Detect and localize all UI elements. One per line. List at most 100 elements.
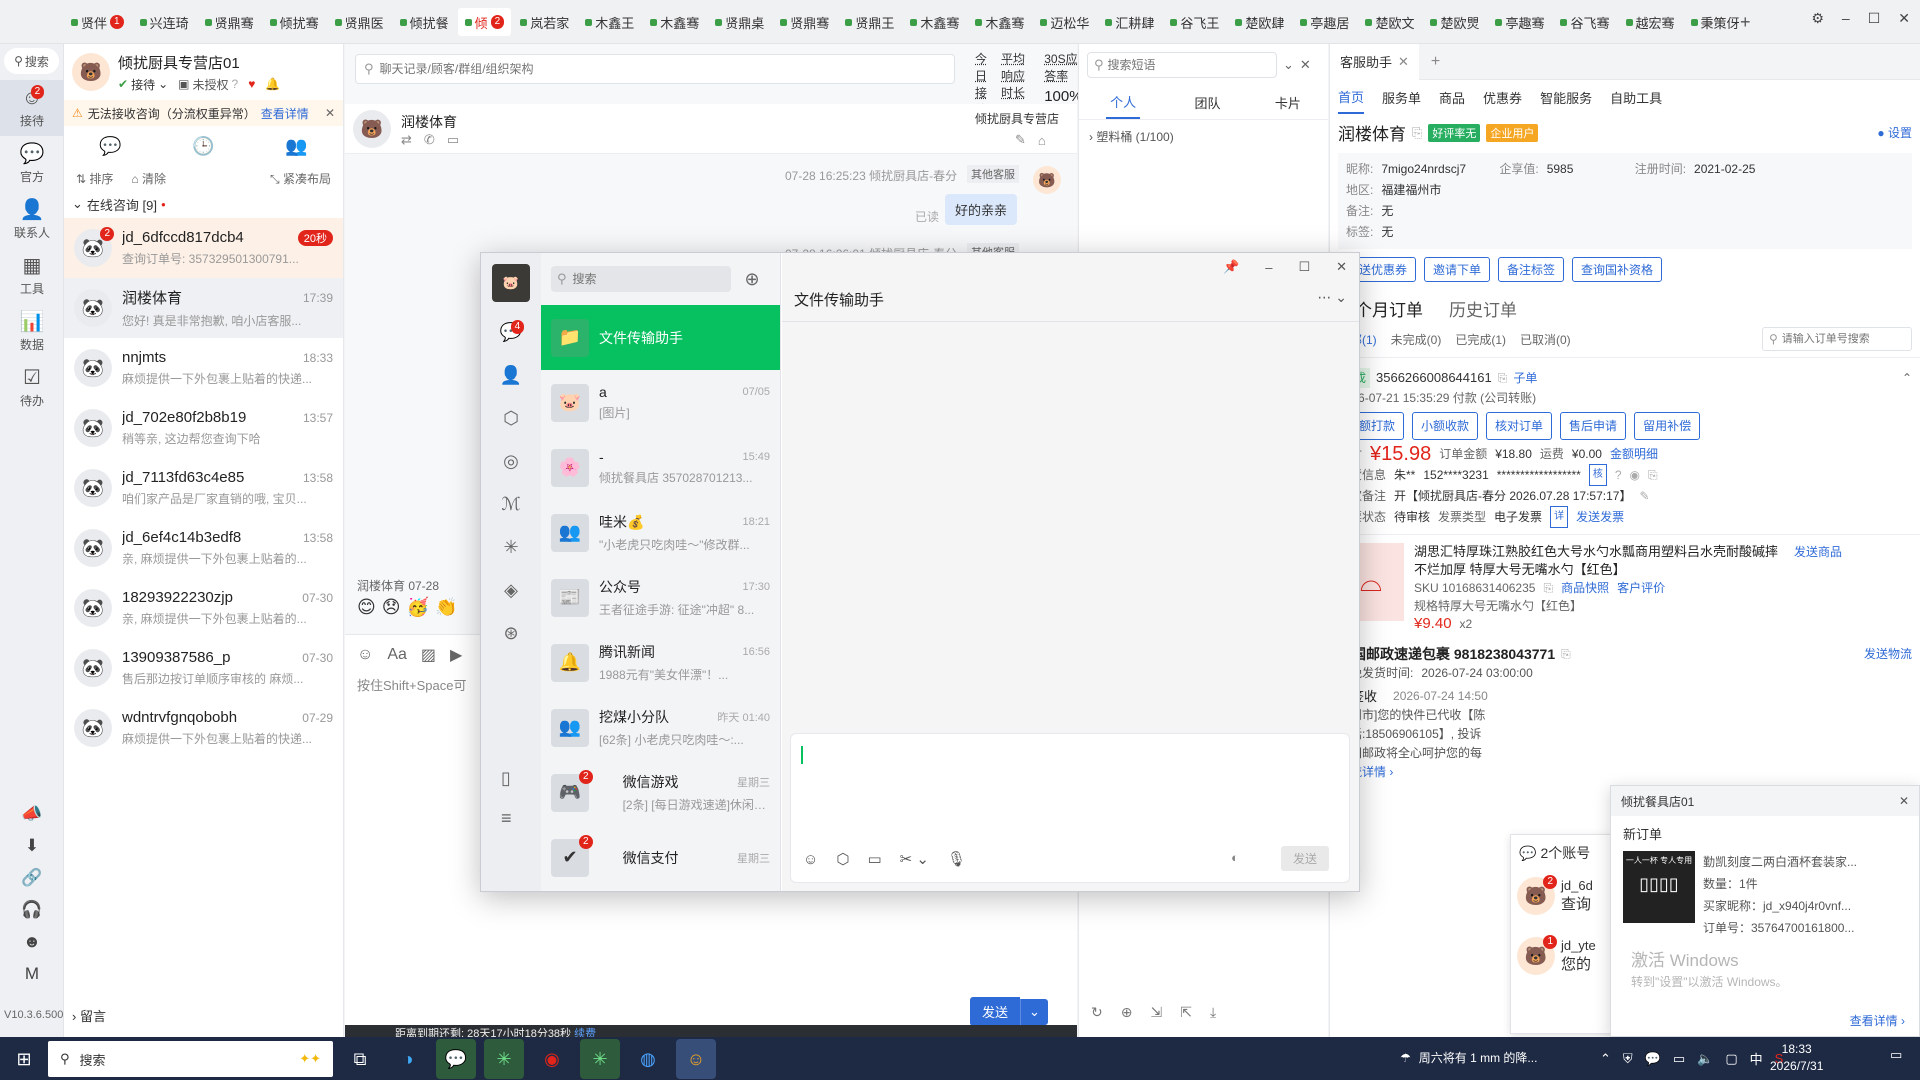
pin-icon[interactable]: 📌	[1223, 259, 1239, 275]
shop-tab[interactable]: 倾扰餐	[393, 8, 456, 36]
clock[interactable]: 18:33 2026/7/31	[1770, 1041, 1823, 1075]
tab-team[interactable]: 团队	[1194, 93, 1220, 112]
emoji-icon[interactable]: 😞	[382, 597, 401, 618]
snapshot-link[interactable]: 商品快照	[1561, 579, 1609, 597]
wechat-chat-item[interactable]: 🐷 a 07/05 [图片]	[541, 370, 780, 435]
copy-icon[interactable]: ⎘	[1648, 465, 1658, 485]
tab-personal[interactable]: 个人	[1106, 86, 1141, 119]
send-button[interactable]: 发送	[970, 997, 1021, 1026]
app-taskbar-icon[interactable]: ✳	[484, 1039, 524, 1079]
wechat-chat-item[interactable]: 👥 挖煤小分队 昨天 01:40 [62条] 小老虎只吃肉哇～:...	[541, 695, 780, 760]
order-search-input[interactable]	[1781, 333, 1902, 345]
edit-icon[interactable]: ✎	[1015, 132, 1026, 148]
chevron-up-icon[interactable]: ⌃	[1902, 368, 1912, 388]
add-icon[interactable]: ⊕	[1121, 1004, 1133, 1021]
app-taskbar-icon-4[interactable]: ◍	[628, 1039, 668, 1079]
close-button[interactable]: ✕	[1898, 10, 1910, 27]
nav-tool-icon[interactable]: 🔗	[21, 868, 42, 888]
order-action-button[interactable]: 售后申请	[1560, 412, 1627, 440]
chat-search-input[interactable]	[379, 62, 920, 76]
close-icon[interactable]: ✕	[1398, 54, 1409, 70]
order-action-button[interactable]: 留用补偿	[1634, 412, 1701, 440]
wechat-taskbar-icon[interactable]: 💬	[436, 1039, 476, 1079]
layout-button[interactable]: ⤡ 紧凑布局	[270, 170, 331, 187]
shop-icon[interactable]: ⌂	[1038, 133, 1046, 148]
contact-item[interactable]: 🐼 18293922230zjp 07-30 亲, 麻烦提供一下外包裹上贴着的...	[64, 578, 343, 638]
phrase-search-box[interactable]: ⚲	[1087, 52, 1277, 78]
shop-tab[interactable]: 迈松华	[1033, 8, 1096, 36]
taskbar-search[interactable]: ⚲ 搜索 ✦✦	[48, 1041, 333, 1077]
child-order-link[interactable]: 子单	[1513, 368, 1537, 388]
logistics-detail-link[interactable]: 物流详情 ›	[1338, 763, 1912, 782]
message-icon[interactable]: ▭	[447, 132, 459, 148]
volume-icon[interactable]: 🔈	[1697, 1051, 1713, 1067]
microphone-icon[interactable]: 🎙	[947, 850, 966, 868]
sort-button[interactable]: ⇅ 排序	[76, 170, 113, 187]
tab-history-orders[interactable]: 历史订单	[1449, 296, 1517, 321]
auth-status[interactable]: ▣ 未授权?	[178, 76, 238, 93]
more-icon[interactable]: ⋯ ⌄	[1317, 289, 1347, 306]
nav-tool-icon[interactable]: 📣	[21, 804, 42, 824]
close-icon[interactable]: ✕	[325, 106, 335, 120]
order-filter[interactable]: 已完成(1)	[1455, 331, 1506, 348]
shop-tab[interactable]: 越宏骞	[1619, 8, 1682, 36]
collapse-icon[interactable]: ⌄	[1283, 57, 1294, 73]
minimize-button[interactable]: –	[1265, 260, 1272, 275]
wechat-input-box[interactable]: ☺ ⬡ ▭ ✂ ⌄ 🎙 ◐ 发送	[790, 733, 1350, 883]
copy-icon[interactable]: ⎘	[1498, 368, 1508, 388]
invoice-detail-button[interactable]: 详	[1550, 506, 1569, 528]
moments-icon[interactable]: ◎	[503, 451, 519, 472]
nav-item[interactable]: ☑ 待办	[0, 360, 64, 416]
phone-icon[interactable]: ▯	[501, 768, 511, 789]
windows-start-icon[interactable]: ⊞	[4, 1039, 44, 1079]
wechat-send-button[interactable]: 发送	[1281, 846, 1330, 871]
warning-detail-link[interactable]: 查看详情	[261, 105, 309, 122]
app-taskbar-icon-3[interactable]: ✳	[580, 1039, 620, 1079]
chevron-up-icon[interactable]: ⌃	[1600, 1051, 1611, 1067]
font-icon[interactable]: Aa	[387, 646, 407, 664]
wechat-chat-item[interactable]: 🔔 腾讯新闻 16:56 1988元有"美女伴漂"！...	[541, 630, 780, 695]
wechat-chat-item[interactable]: 👥 哇米💰 18:21 "小老虎只吃肉哇～"修改群...	[541, 500, 780, 565]
shop-tab[interactable]: 木鑫骞	[643, 8, 706, 36]
emoji-icon[interactable]: 😊	[357, 597, 376, 618]
send-product-link[interactable]: 发送商品	[1794, 543, 1842, 560]
shop-tab[interactable]: 木鑫王	[578, 8, 641, 36]
emoji-icon[interactable]: ☺	[803, 851, 818, 868]
shield-icon[interactable]: ⛨	[1623, 1051, 1633, 1067]
amount-detail-link[interactable]: 金额明细	[1610, 444, 1658, 464]
weather-widget[interactable]: ☂ 周六将有 1 mm 的降...	[1400, 1049, 1537, 1066]
chat-bubble-icon[interactable]: 💬	[99, 136, 121, 157]
task-view-icon[interactable]: ⧉	[340, 1039, 380, 1079]
clock-icon[interactable]: 🕒	[192, 136, 214, 157]
menu-icon[interactable]: ≡	[501, 808, 512, 829]
shop-tab[interactable]: 木鑫骞	[968, 8, 1031, 36]
ime-label[interactable]: 中	[1750, 1049, 1763, 1068]
shop-tab[interactable]: 木鑫骞	[903, 8, 966, 36]
app-taskbar-icon-2[interactable]: ◉	[532, 1039, 572, 1079]
leave-message-item[interactable]: › 留言	[72, 1006, 106, 1025]
nav-tool-icon[interactable]: 🎧	[21, 900, 42, 920]
shop-tab[interactable]: 楚欧肆	[1228, 8, 1291, 36]
nav-item[interactable]: 💬 官方	[0, 136, 64, 192]
chat-search-box[interactable]: ⚲	[355, 54, 955, 84]
copy-icon[interactable]: ⎘	[1412, 125, 1422, 141]
shop-tab[interactable]: 汇耕肆	[1098, 8, 1161, 36]
emoji-icon[interactable]: ☺	[357, 646, 373, 664]
contact-item[interactable]: 🐼 润楼体育 17:39 您好! 真是非常抱歉, 咱小店客服...	[64, 278, 343, 338]
display-icon[interactable]: ▢	[1725, 1051, 1737, 1067]
contact-item[interactable]: 🐼 wdntrvfgnqobobh 07-29 麻烦提供一下外包裹上贴着的快递...	[64, 698, 343, 758]
nav-tool-icon[interactable]: ⬇	[25, 836, 39, 856]
download-icon[interactable]: ⤓	[1210, 1004, 1216, 1021]
shop-tab[interactable]: 岚若家	[513, 8, 576, 36]
assistant-nav-item[interactable]: 服务单	[1382, 88, 1421, 107]
minimize-button[interactable]: –	[1842, 10, 1850, 27]
nav-item[interactable]: 👤 联系人	[0, 192, 64, 248]
order-action-button[interactable]: 小额收款	[1412, 412, 1479, 440]
add-chat-button[interactable]: ⊕	[739, 266, 765, 292]
eye-icon[interactable]: ◉	[1630, 465, 1640, 485]
copy-icon[interactable]: ⎘	[1561, 645, 1571, 664]
settings-link[interactable]: ● 设置	[1877, 124, 1912, 141]
help-icon[interactable]: ?	[1615, 465, 1622, 485]
wechat-chat-item[interactable]: 📰 公众号 17:30 王者征途手游: 征途"冲超" 8...	[541, 565, 780, 630]
assistant-nav-item[interactable]: 优惠券	[1483, 88, 1522, 107]
